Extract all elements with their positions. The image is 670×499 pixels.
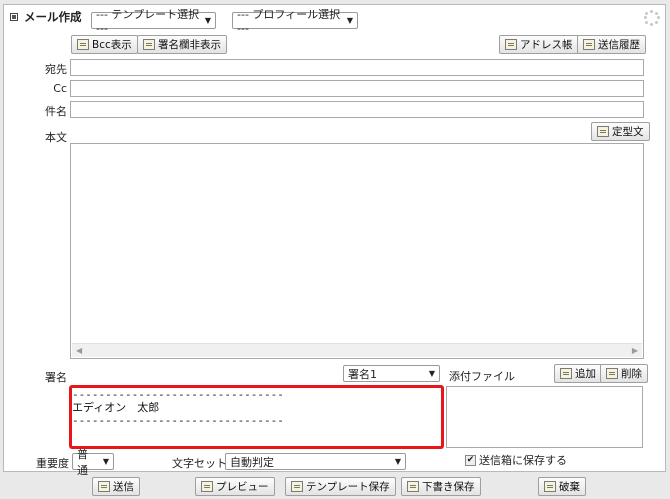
add-file-icon — [560, 368, 572, 379]
subject-input[interactable] — [70, 101, 644, 118]
scroll-left-icon[interactable]: ◀ — [76, 346, 82, 355]
history-icon — [583, 39, 595, 50]
send-history-button[interactable]: 送信履歴 — [577, 35, 646, 54]
attachment-label: 添付ファイル — [449, 370, 515, 383]
charset-select[interactable]: 自動判定 ▼ — [225, 453, 406, 470]
address-book-icon — [505, 39, 517, 50]
to-label: 宛先 — [45, 63, 67, 76]
cc-input[interactable] — [70, 80, 644, 97]
signature-text: -------------------------------- エディオン 太… — [72, 388, 284, 427]
save-template-button[interactable]: テンプレート保存 — [285, 477, 396, 496]
attachment-add-button[interactable]: 追加 — [554, 364, 602, 383]
page-title: メール作成 — [10, 9, 82, 25]
edit-icon — [77, 39, 89, 50]
address-book-button[interactable]: アドレス帳 — [499, 35, 579, 54]
save-sent-option[interactable]: ✔ 送信箱に保存する — [465, 452, 567, 468]
scroll-right-icon[interactable]: ▶ — [632, 346, 638, 355]
template-select[interactable]: --- テンプレート選択 --- ▼ — [91, 8, 216, 35]
template-icon — [291, 481, 303, 492]
signature-hide-button[interactable]: 署名欄非表示 — [137, 35, 227, 54]
save-draft-button[interactable]: 下書き保存 — [401, 477, 481, 496]
chevron-down-icon: ▼ — [102, 457, 109, 466]
preview-button[interactable]: プレビュー — [195, 477, 275, 496]
cc-label: Cc — [53, 82, 67, 95]
loading-spinner-icon — [644, 10, 660, 26]
chevron-down-icon: ▼ — [204, 16, 211, 25]
chevron-down-icon: ▼ — [346, 16, 353, 25]
panel-icon — [10, 13, 18, 21]
signature-icon — [143, 39, 155, 50]
attachment-list[interactable] — [446, 386, 643, 448]
attachment-delete-button[interactable]: 削除 — [600, 364, 648, 383]
discard-button[interactable]: 破棄 — [538, 477, 586, 496]
send-icon — [98, 481, 110, 492]
horizontal-scrollbar[interactable]: ◀ ▶ — [72, 343, 642, 357]
charset-label: 文字セット — [172, 457, 227, 470]
chevron-down-icon: ▼ — [428, 369, 435, 378]
chevron-down-icon: ▼ — [394, 457, 401, 466]
body-label: 本文 — [45, 131, 67, 144]
edit-icon — [597, 126, 609, 137]
signature-select[interactable]: 署名1 ▼ — [343, 365, 440, 382]
to-input[interactable] — [70, 59, 644, 76]
save-sent-checkbox[interactable]: ✔ — [465, 454, 476, 466]
draft-icon — [407, 481, 419, 492]
body-textarea[interactable]: ◀ ▶ — [70, 143, 644, 359]
signature-label: 署名 — [45, 371, 67, 384]
discard-icon — [544, 481, 556, 492]
fixed-phrase-button[interactable]: 定型文 — [591, 122, 650, 141]
bcc-toggle-button[interactable]: Bcc表示 — [71, 35, 138, 54]
preview-icon — [201, 481, 213, 492]
delete-file-icon — [606, 368, 618, 379]
signature-textarea[interactable]: -------------------------------- エディオン 太… — [69, 385, 444, 449]
send-button[interactable]: 送信 — [92, 477, 140, 496]
profile-select[interactable]: --- プロフィール選択 --- ▼ — [232, 8, 358, 35]
priority-select[interactable]: 普通 ▼ — [72, 448, 114, 477]
priority-label: 重要度 — [36, 457, 69, 470]
subject-label: 件名 — [45, 105, 67, 118]
